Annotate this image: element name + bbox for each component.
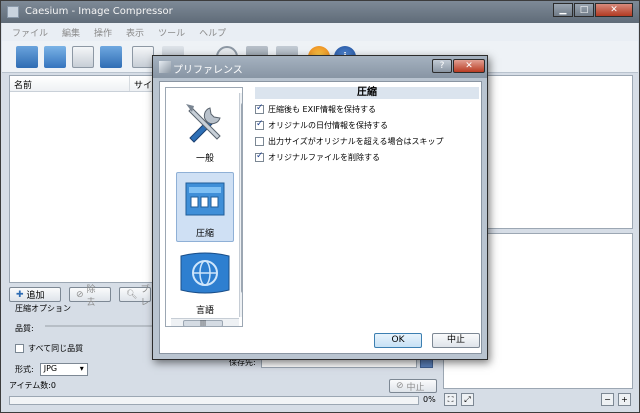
column-name[interactable]: 名前 <box>10 76 130 91</box>
save-icon[interactable] <box>100 46 122 68</box>
dialog-cancel-button[interactable]: 中止 <box>432 333 480 348</box>
option-keep-date[interactable]: オリジナルの日付情報を保持する <box>255 119 388 131</box>
menu-bar: ファイル 編集 操作 表示 ツール ヘルプ <box>2 23 638 41</box>
item-count: アイテム数:0 <box>9 381 56 390</box>
same-quality-checkbox[interactable] <box>15 344 24 353</box>
menu-view[interactable]: 表示 <box>126 26 144 39</box>
remove-button[interactable]: ⊘ 除去 <box>69 285 111 308</box>
preferences-dialog: プリファレンス ? ✕ 一般 圧縮 言語 ||| 圧縮 ✓ 圧縮後も EXIF情… <box>152 55 488 360</box>
option-delete-original[interactable]: オリジナルファイルを削除する <box>255 151 380 163</box>
window-controls: ▁ □ ✕ <box>553 3 633 17</box>
same-quality-label: すべて同じ品質 <box>28 344 84 353</box>
progress-text: 0% <box>423 395 436 404</box>
menu-file[interactable]: ファイル <box>12 26 48 39</box>
quality-slider[interactable] <box>45 325 155 327</box>
search-icon: 🔍︎ <box>126 289 138 300</box>
cancel-compression-button[interactable]: ⊘ 中止 <box>389 379 437 393</box>
maximize-button[interactable]: □ <box>574 3 594 17</box>
minimize-button[interactable]: ▁ <box>553 3 573 17</box>
option-keep-exif[interactable]: 圧縮後も EXIF情報を保持する <box>255 103 377 115</box>
option-label: オリジナルファイルを削除する <box>268 153 380 162</box>
plus-icon: ✚ <box>16 289 24 300</box>
menu-action[interactable]: 操作 <box>94 26 112 39</box>
keep-exif-checkbox[interactable] <box>255 103 264 114</box>
list-actions: ✚ 追加 ⊘ 除去 🔍︎ プレ <box>9 285 151 308</box>
no-entry-icon: ⊘ <box>396 381 404 391</box>
option-label: 出力サイズがオリジナルを超える場合はスキップ <box>268 137 444 146</box>
vertical-scroll-thumb[interactable] <box>241 103 242 293</box>
category-label: 言語 <box>195 306 214 316</box>
zoom-out-icon[interactable]: − <box>601 393 614 406</box>
category-label: 一般 <box>195 154 214 164</box>
dialog-title: プリファレンス <box>173 65 243 76</box>
language-icon <box>180 252 230 294</box>
add-button[interactable]: ✚ 追加 <box>9 287 61 302</box>
no-entry-icon: ⊘ <box>76 289 84 300</box>
skip-larger-checkbox[interactable] <box>255 137 264 146</box>
title-bar[interactable]: Caesium - Image Compressor ▁ □ ✕ <box>1 1 639 23</box>
horizontal-scroll-thumb[interactable]: ||| <box>183 320 223 326</box>
same-quality-row: すべて同じ品質 <box>15 343 83 354</box>
preview-button[interactable]: 🔍︎ プレ <box>119 285 151 308</box>
progress-bar <box>9 396 419 405</box>
add-label: 追加 <box>26 291 45 301</box>
dialog-title-bar[interactable]: プリファレンス ? ✕ <box>153 56 487 78</box>
tools-icon <box>186 104 221 143</box>
format-label: 形式: <box>15 365 34 374</box>
category-language[interactable]: 言語 <box>176 248 234 318</box>
option-label: オリジナルの日付情報を保持する <box>268 121 388 130</box>
category-general[interactable]: 一般 <box>176 96 234 166</box>
compression-icon <box>185 182 225 216</box>
category-vertical-scrollbar[interactable] <box>239 93 242 317</box>
menu-tools[interactable]: ツール <box>158 26 185 39</box>
dialog-tools-icon <box>159 61 171 73</box>
section-title: 圧縮 <box>255 87 479 99</box>
menu-edit[interactable]: 編集 <box>62 26 80 39</box>
quality-label: 品質: <box>15 324 34 333</box>
compression-options-group: 圧縮オプション 品質: すべて同じ品質 形式: JPG <box>9 303 159 377</box>
zoom-in-icon[interactable]: + <box>618 393 631 406</box>
add-folder-icon[interactable] <box>44 46 66 68</box>
close-button[interactable]: ✕ <box>595 3 633 17</box>
remove-item-icon[interactable] <box>132 46 154 68</box>
actual-size-icon[interactable]: ⤢ <box>461 393 474 406</box>
document-icon[interactable] <box>72 46 94 68</box>
format-select[interactable]: JPG <box>39 363 88 376</box>
menu-help[interactable]: ヘルプ <box>199 26 226 39</box>
keep-date-checkbox[interactable] <box>255 119 264 130</box>
delete-original-checkbox[interactable] <box>255 151 264 162</box>
format-row: 形式: JPG <box>15 363 88 376</box>
category-list: 一般 圧縮 言語 ||| <box>165 87 243 327</box>
window-title: Caesium - Image Compressor <box>25 6 173 17</box>
ok-button[interactable]: OK <box>374 333 422 348</box>
option-label: 圧縮後も EXIF情報を保持する <box>268 105 377 114</box>
open-folder-icon[interactable] <box>16 46 38 68</box>
dialog-close-button[interactable]: ✕ <box>453 59 485 73</box>
app-icon <box>7 6 19 18</box>
category-compression[interactable]: 圧縮 <box>176 172 234 242</box>
group-legend: 圧縮オプション <box>15 304 71 313</box>
cancel-label: 中止 <box>406 382 425 393</box>
option-skip-larger[interactable]: 出力サイズがオリジナルを超える場合はスキップ <box>255 136 444 147</box>
dialog-body: 一般 圧縮 言語 ||| 圧縮 ✓ 圧縮後も EXIF情報を保持する ✓ オリジ… <box>159 81 482 354</box>
category-horizontal-scrollbar[interactable]: ||| <box>171 318 239 326</box>
fit-view-icon[interactable]: ⛶ <box>444 393 457 406</box>
help-button[interactable]: ? <box>432 59 452 73</box>
category-label: 圧縮 <box>195 229 214 239</box>
